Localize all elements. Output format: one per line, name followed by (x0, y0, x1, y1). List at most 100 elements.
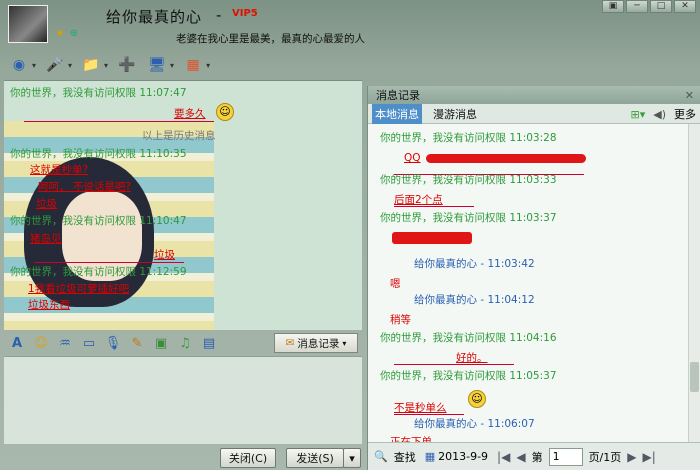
record-entry: 正在下单 (390, 436, 432, 442)
avatar[interactable] (8, 5, 48, 43)
message-record-button[interactable]: ✉ 消息记录 ▾ (274, 333, 358, 353)
close-button[interactable]: 关闭(C) (220, 448, 276, 468)
smiley-icon: ☺ (216, 103, 234, 121)
voice-message-icon[interactable]: 🎙 (104, 334, 122, 352)
panel-header: 消息记录 ✕ (368, 86, 700, 104)
redaction-mark (392, 232, 472, 244)
camera-icon: ◉ (12, 57, 26, 73)
main-toolbar: ◉ ▾ 🎤 ▾ 📁 ▾ ➕ 🖥 ▾ ▦ ▾ (8, 52, 210, 78)
record-entry: 你的世界，我没有访问权限 11:04:16 (380, 332, 557, 344)
prev-page-button[interactable]: ◀ (516, 450, 525, 464)
create-group-button[interactable]: ➕ (116, 55, 138, 75)
microphone-icon: 🎤 (46, 57, 64, 73)
remote-desktop-button[interactable]: 🖥 ▾ (146, 55, 174, 75)
record-entry: 给你最真的心 - 11:06:07 (414, 418, 535, 430)
link-icon[interactable]: ⊕ (68, 28, 80, 40)
video-call-button[interactable]: ◉ ▾ (8, 55, 36, 75)
red-underline (24, 121, 214, 122)
folder-icon: 📁 (82, 57, 100, 73)
chat-message-line: 你的世界，我没有访问权限 11:12:59 (10, 266, 187, 278)
last-page-button[interactable]: ▶| (643, 450, 656, 464)
minimize-button[interactable]: ─ (626, 0, 648, 13)
panel-close-button[interactable]: ✕ (685, 89, 694, 102)
chat-message-line: 垃圾东西 (28, 299, 70, 311)
chat-message-line: 你的世界，我没有访问权限 11:07:47 (10, 87, 187, 99)
chat-message-line: 你的世界，我没有访问权限 11:10:35 (10, 148, 187, 160)
chat-message-line: 垃圾 (36, 198, 57, 210)
record-entry: 你的世界，我没有访问权限 11:05:37 (380, 370, 557, 382)
star-icon[interactable]: ★ (54, 28, 66, 40)
date-picker[interactable]: ▦ 2013-9-9 (422, 450, 491, 463)
message-record-label: 消息记录 (297, 337, 340, 350)
add-chat-icon: ➕ (118, 57, 136, 73)
calendar-icon: ▦ (424, 450, 436, 463)
record-entry: QQ (404, 152, 421, 164)
record-entry: 嗯 (390, 278, 401, 290)
voice-call-button[interactable]: 🎤 ▾ (44, 55, 72, 75)
record-entry: 给你最真的心 - 11:03:42 (414, 258, 535, 270)
more-button[interactable]: 更多 (674, 106, 696, 122)
record-entry: 你的世界，我没有访问权限 11:03:37 (380, 212, 557, 224)
title-dash: - (216, 6, 222, 24)
emoji-icon[interactable]: ☺ (32, 334, 50, 352)
screenshot-icon[interactable]: ▭ (80, 334, 98, 352)
chat-message-line: 以上是历史消息 (142, 130, 216, 142)
smiley-icon: ☺ (468, 390, 486, 408)
handwriting-icon[interactable]: ✎ (128, 334, 146, 352)
record-scrollbar[interactable] (688, 124, 700, 442)
scrollbar-thumb[interactable] (690, 362, 699, 392)
chat-message-line: 垃圾 (154, 249, 175, 261)
font-icon[interactable]: A (8, 334, 26, 352)
apps-grid-icon: ▦ (186, 57, 200, 73)
status-icons: ★ ⊕ (54, 28, 80, 40)
music-icon[interactable]: ♫ (176, 334, 194, 352)
record-list[interactable]: ☺ 你的世界，我没有访问权限 11:03:28 QQ 你的世界，我没有访问权限 11… (368, 124, 688, 442)
next-page-button[interactable]: ▶ (627, 450, 636, 464)
search-button[interactable]: 查找 (394, 449, 416, 465)
panel-title: 消息记录 (376, 89, 420, 102)
contact-signature: 老婆在我心里是最美，最真的心最爱的人 (176, 33, 365, 45)
screen-share-icon[interactable]: ▤ (200, 334, 218, 352)
record-entry: 稍等 (390, 314, 411, 326)
tab-local-messages[interactable]: 本地消息 (372, 103, 422, 124)
vip-badge[interactable]: VIP5 (232, 8, 258, 19)
close-window-button[interactable]: ✕ (674, 0, 696, 13)
send-options-button[interactable]: ▾ (343, 448, 361, 468)
speaker-icon[interactable]: ◀) (653, 108, 666, 121)
shake-icon[interactable]: ♒ (56, 334, 74, 352)
record-entry: 好的。 (456, 352, 488, 364)
contact-name: 给你最真的心 (106, 8, 203, 26)
maximize-button[interactable]: □ (650, 0, 672, 13)
record-tools: ⊞▾ ◀) 更多 (630, 106, 696, 122)
record-entry: 后面2个点 (394, 194, 443, 206)
image-icon[interactable]: ▣ (152, 334, 170, 352)
chat-message-line: 猪岛见 (30, 233, 62, 245)
record-entry: 给你最真的心 - 11:04:12 (414, 294, 535, 306)
red-underline (34, 262, 184, 263)
chat-message-line: 你的世界，我没有访问权限 11:10:47 (10, 215, 187, 227)
record-entry: 不是秒单么 (394, 402, 447, 414)
tab-roaming-messages[interactable]: 漫游消息 (430, 104, 480, 124)
chat-message-line: 这就是秒单? (30, 164, 89, 176)
first-page-button[interactable]: |◀ (497, 450, 510, 464)
export-icon[interactable]: ⊞▾ (630, 108, 645, 121)
chat-window: ★ ⊕ 给你最真的心 - VIP5 老婆在我心里是最美，最真的心最爱的人 ▣ ─… (0, 0, 700, 470)
record-entry: 你的世界，我没有访问权限 11:03:28 (380, 132, 557, 144)
monitor-icon: 🖥 (148, 57, 166, 73)
apps-button[interactable]: ▦ ▾ (182, 55, 210, 75)
window-controls: ▣ ─ □ ✕ (602, 0, 696, 13)
record-icon: ✉ (285, 337, 295, 349)
message-record-panel: 消息记录 ✕ 本地消息 漫游消息 ⊞▾ ◀) 更多 ☺ 你的世界，我没有访问权限… (367, 86, 700, 470)
send-button[interactable]: 发送(S) (286, 448, 344, 468)
skin-button[interactable]: ▣ (602, 0, 624, 13)
file-transfer-button[interactable]: 📁 ▾ (80, 55, 108, 75)
date-value: 2013-9-9 (438, 450, 489, 463)
redaction-mark (426, 154, 586, 163)
record-footer: 🔍 查找 ▦ 2013-9-9 |◀ ◀ 第 1 页/1页 ▶ ▶| (368, 442, 700, 470)
page-input[interactable]: 1 (548, 447, 583, 466)
search-icon[interactable]: 🔍 (374, 450, 388, 463)
chat-history[interactable]: 你的世界，我没有访问权限 11:07:47 要多久以上是历史消息你的世界，我没有访… (4, 80, 362, 330)
chat-message-line: 要多久 (174, 108, 206, 120)
chevron-down-icon: ▾ (342, 338, 347, 348)
message-input[interactable] (4, 356, 362, 444)
